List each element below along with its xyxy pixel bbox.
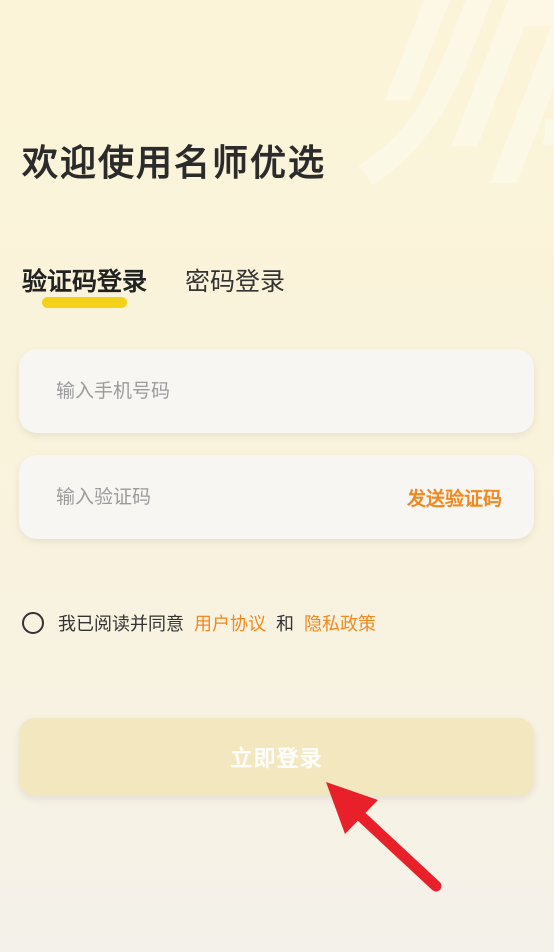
tab-label: 密码登录 (185, 267, 286, 296)
page-title: 欢迎使用名师优选 (22, 143, 327, 184)
watermark-logo: 师 (332, 0, 554, 221)
login-button-label: 立即登录 (230, 747, 323, 772)
code-input[interactable] (54, 485, 407, 509)
tab-sms-login[interactable]: 验证码登录 (22, 262, 148, 308)
agree-radio[interactable] (22, 612, 44, 634)
login-tabs: 验证码登录 密码登录 (22, 262, 323, 308)
tab-password-login[interactable]: 密码登录 (185, 262, 285, 298)
active-tab-underline (42, 297, 128, 308)
code-field[interactable]: 发送验证码 (19, 455, 534, 539)
privacy-policy-link[interactable]: 隐私政策 (304, 610, 376, 636)
send-code-button[interactable]: 发送验证码 (407, 484, 502, 511)
agreement-and: 和 (276, 614, 294, 635)
agreement-row: 我已阅读并同意 用户协议 和 隐私政策 (22, 610, 376, 636)
user-agreement-link[interactable]: 用户协议 (194, 610, 266, 636)
tab-label: 验证码登录 (22, 267, 148, 296)
agreement-prefix: 我已阅读并同意 (58, 614, 184, 635)
login-button[interactable]: 立即登录 (19, 718, 534, 796)
phone-field[interactable] (19, 349, 534, 433)
phone-input[interactable] (54, 379, 502, 403)
